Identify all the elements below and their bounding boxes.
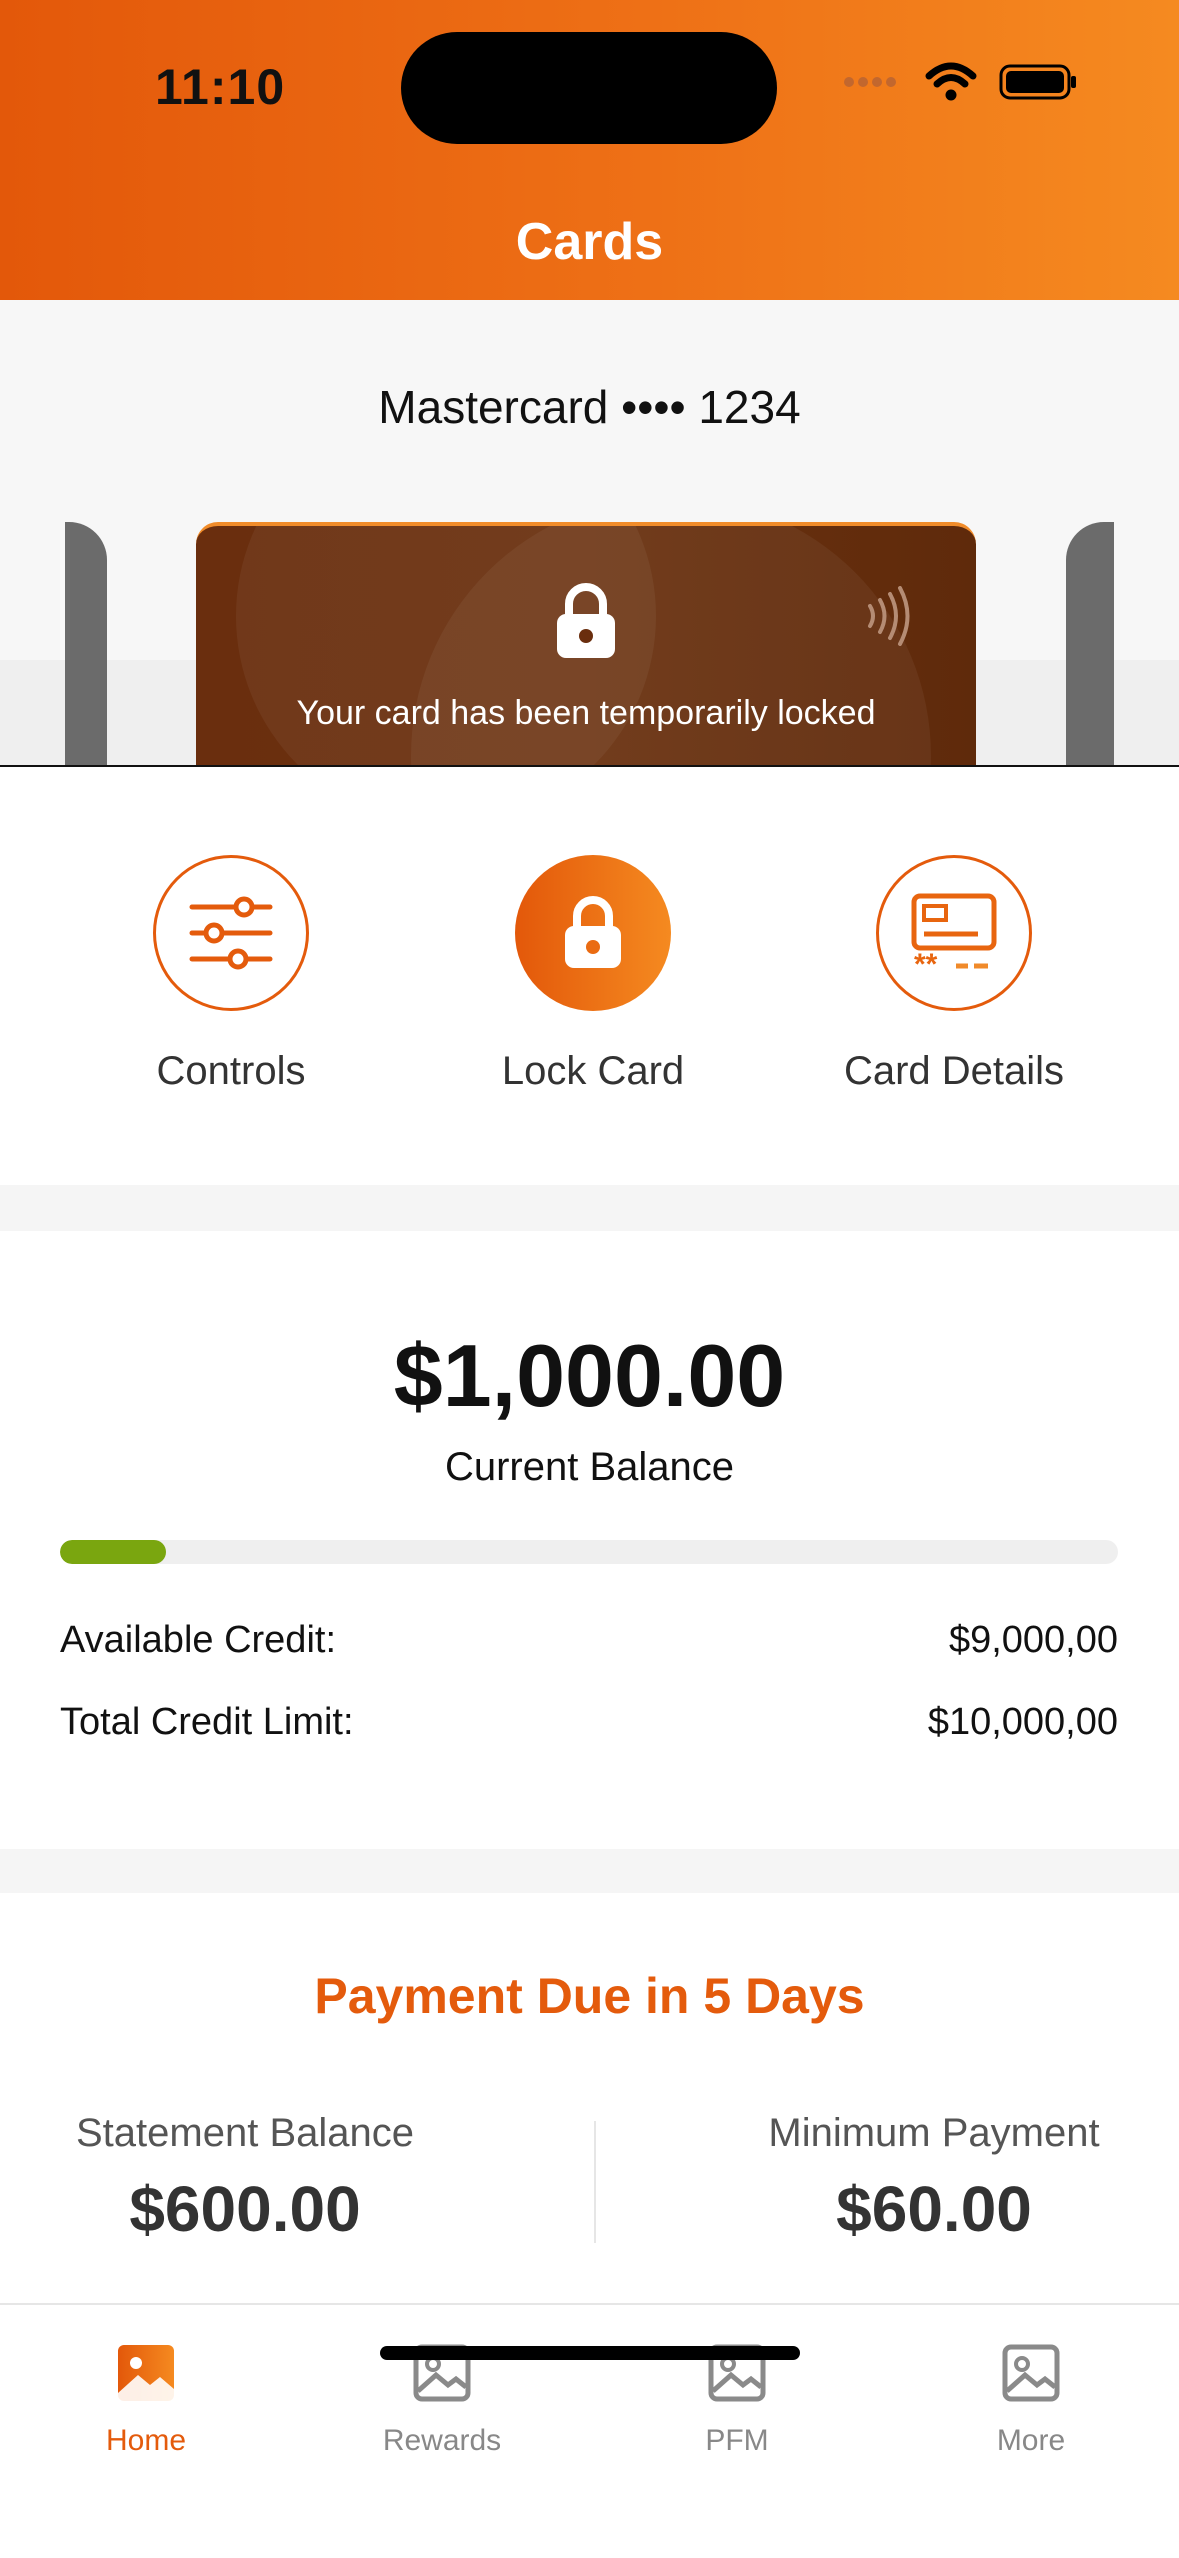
card-locked-message: Your card has been temporarily locked: [296, 694, 876, 732]
balance-section: $1,000.00 Current Balance Available Cred…: [0, 1231, 1179, 1849]
home-indicator[interactable]: [380, 2346, 800, 2360]
tab-pfm-label: PFM: [705, 2424, 769, 2457]
statement-balance: Statement Balance $600.00: [60, 2111, 430, 2246]
total-credit-limit-label: Total Credit Limit:: [60, 1701, 354, 1743]
tab-bar: Home Rewards PFM More: [0, 2303, 1179, 2558]
status-icons: [843, 62, 1079, 102]
tab-home[interactable]: Home: [36, 2341, 256, 2458]
current-balance-label: Current Balance: [444, 1445, 735, 1489]
available-credit-label: Available Credit:: [60, 1619, 337, 1661]
total-credit-limit-value: $10,000,00: [927, 1701, 1118, 1743]
credit-utilization-bar: [60, 1540, 1118, 1564]
card-details-label: Card Details: [843, 1049, 1065, 1093]
status-time: 11:10: [155, 59, 286, 115]
current-balance-amount: $1,000.00: [393, 1326, 786, 1425]
previous-card[interactable]: [65, 522, 107, 765]
tab-home-label: Home: [105, 2424, 187, 2457]
next-card[interactable]: [1066, 522, 1114, 765]
tab-more[interactable]: More: [921, 2341, 1141, 2458]
card-actions: Controls Lock Card ** Card Details: [0, 767, 1179, 1185]
statement-balance-value: $600.00: [129, 2173, 361, 2245]
lock-icon: [565, 896, 621, 968]
wifi-icon: [925, 62, 977, 101]
section-divider: [0, 1185, 1179, 1231]
credit-utilization-fill: [60, 1540, 166, 1564]
minimum-payment: Minimum Payment $60.00: [749, 2111, 1119, 2246]
section-divider: [0, 1849, 1179, 1893]
more-image-icon: [1002, 2344, 1060, 2402]
sliders-icon: [189, 896, 273, 970]
controls-label: Controls: [156, 1049, 306, 1093]
lock-card-label: Lock Card: [501, 1049, 685, 1093]
payment-due-title: Payment Due in 5 Days: [314, 1968, 865, 2024]
total-credit-limit-row: Total Credit Limit: $10,000,00: [60, 1701, 1118, 1744]
payment-separator: [594, 2121, 596, 2243]
payment-section: Payment Due in 5 Days Statement Balance …: [0, 1893, 1179, 2303]
signal-icon: [844, 77, 896, 87]
svg-text:**: **: [914, 948, 938, 976]
card-carousel[interactable]: Mastercard •••• 1234 Your card has been …: [0, 300, 1179, 767]
tab-more-label: More: [996, 2424, 1066, 2457]
home-image-icon: [118, 2345, 174, 2401]
battery-icon: [999, 64, 1076, 100]
header-bar: 11:10 Cards: [0, 0, 1179, 300]
tab-rewards-label: Rewards: [382, 2424, 502, 2457]
available-credit-value: $9,000,00: [948, 1619, 1118, 1661]
card-details-icon: **: [911, 893, 997, 976]
card-image[interactable]: Your card has been temporarily locked: [196, 522, 976, 765]
card-details-button[interactable]: ** Card Details: [804, 855, 1104, 1094]
lock-icon: [557, 583, 615, 658]
minimum-payment-value: $60.00: [836, 2173, 1032, 2245]
minimum-payment-label: Minimum Payment: [768, 2111, 1100, 2155]
contactless-icon: [868, 586, 910, 646]
page-title: Cards: [515, 213, 664, 271]
dynamic-island: [401, 32, 777, 144]
statement-balance-label: Statement Balance: [76, 2111, 414, 2155]
available-credit-row: Available Credit: $9,000,00: [60, 1619, 1118, 1662]
controls-button[interactable]: Controls: [81, 855, 381, 1094]
lock-card-button[interactable]: Lock Card: [443, 855, 743, 1094]
card-name: Mastercard •••• 1234: [378, 381, 801, 433]
